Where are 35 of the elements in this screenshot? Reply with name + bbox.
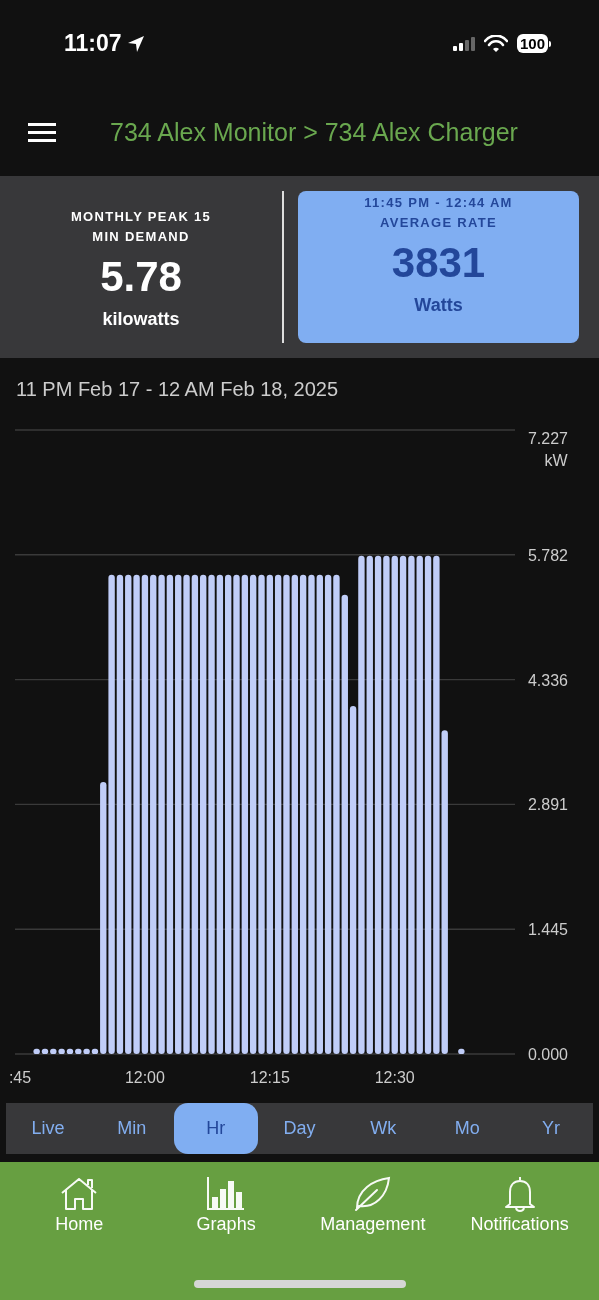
nav-tab[interactable]: Graphs	[153, 1172, 299, 1239]
x-axis-label: :45	[8, 1069, 32, 1086]
nav-tab[interactable]: Notifications	[447, 1172, 593, 1239]
breadcrumb-title: 734 Alex Monitor > 734 Alex Charger	[110, 117, 518, 147]
range-tab[interactable]: Mo	[425, 1103, 510, 1154]
clock-time: 11:07	[64, 30, 122, 57]
metric-value: 3831	[391, 239, 486, 287]
average-rate-card[interactable]: 11:45 PM - 12:44 AM AVERAGE RATE 3831 Watts	[298, 191, 579, 343]
y-axis-label: 7.227	[528, 430, 568, 447]
unit-label: Watts	[414, 295, 463, 316]
demand-card[interactable]: MONTHLY PEAK 15 MIN DEMAND 5.78 kilowatts	[0, 191, 282, 343]
y-axis-unit: kW	[544, 452, 568, 469]
metric-label: MONTHLY PEAK 15 MIN DEMAND	[69, 208, 213, 246]
range-tab[interactable]: Wk	[341, 1103, 426, 1154]
x-axis-label: 12:30	[374, 1069, 415, 1086]
y-axis-label: 4.336	[528, 671, 568, 689]
range-tab[interactable]: Hr	[173, 1103, 258, 1154]
y-axis-label: 2.891	[528, 796, 568, 814]
nav-tab[interactable]: Management	[300, 1172, 446, 1239]
date-range-label: 11 PM Feb 17 - 12 AM Feb 18, 2025	[16, 377, 339, 401]
x-axis-label: 12:00	[124, 1069, 165, 1086]
battery-icon: 100	[516, 34, 551, 53]
y-axis-label: 1.445	[528, 921, 568, 939]
range-tab[interactable]: Min	[89, 1103, 174, 1154]
metric-label: AVERAGE RATE	[380, 214, 497, 232]
unit-label: kilowatts	[102, 309, 180, 330]
y-axis-label: 5.782	[528, 546, 568, 564]
metric-value: 5.78	[100, 253, 182, 301]
x-axis-label: 12:15	[249, 1069, 290, 1086]
time-range-label: 11:45 PM - 12:44 AM	[364, 194, 513, 212]
range-tab[interactable]: Live	[6, 1103, 90, 1154]
nav-tab[interactable]: Home	[6, 1172, 152, 1239]
range-tab[interactable]: Day	[257, 1103, 342, 1154]
y-axis-label: 0.000	[528, 1046, 568, 1063]
range-tab[interactable]: Yr	[509, 1103, 593, 1154]
